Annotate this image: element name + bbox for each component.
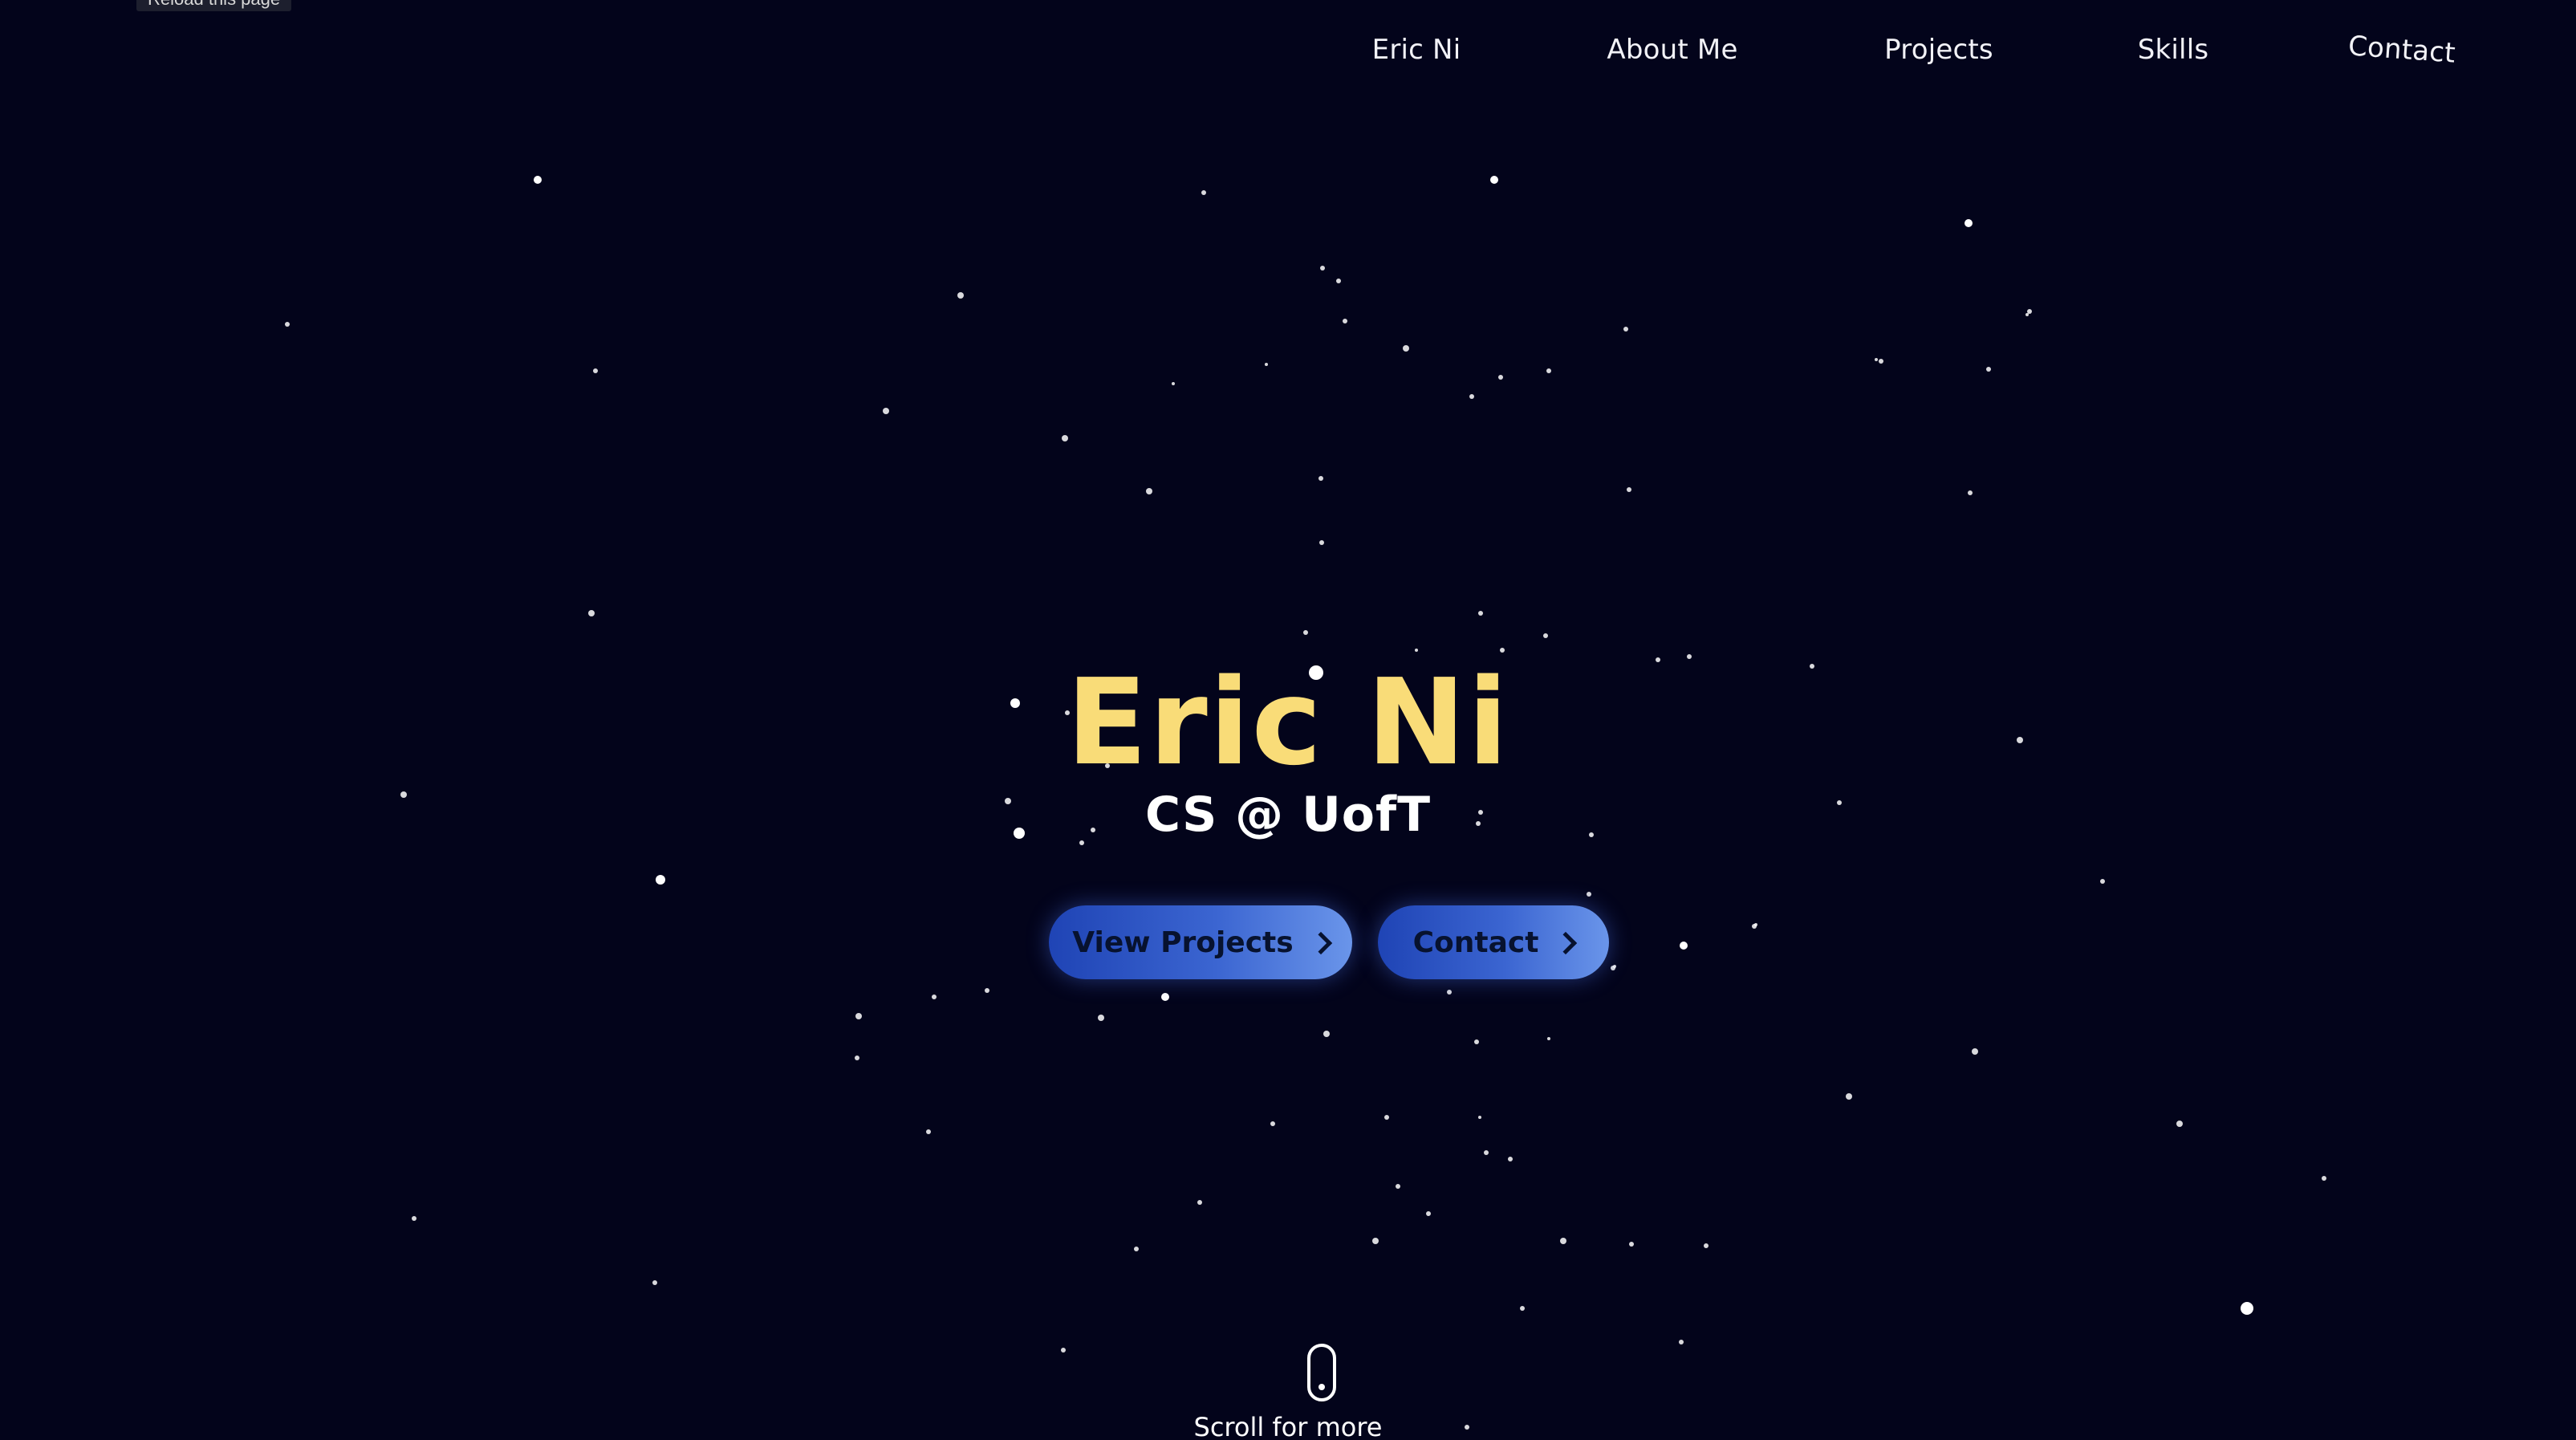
star (2025, 313, 2029, 316)
hero-subtitle: CS @ UofT (1144, 787, 1432, 843)
star (1972, 1048, 1978, 1055)
nav-item-home[interactable]: Eric Ni (1372, 31, 1461, 69)
star (1490, 176, 1498, 184)
star (656, 875, 665, 885)
star (1343, 319, 1347, 323)
mouse-wheel-dot (1318, 1384, 1325, 1390)
star (2241, 1302, 2253, 1315)
star (985, 988, 989, 993)
star (1679, 1340, 1684, 1344)
star (588, 610, 595, 616)
star (1500, 648, 1505, 653)
star (1560, 1238, 1566, 1244)
star (1318, 476, 1323, 481)
star (1172, 382, 1175, 385)
star (652, 1280, 657, 1285)
hero-title: Eric Ni (1066, 653, 1510, 791)
star (1680, 942, 1688, 950)
star (1336, 279, 1341, 283)
nav-item-about-me[interactable]: About Me (1607, 31, 1737, 69)
star (1134, 1247, 1139, 1251)
star (1265, 363, 1268, 366)
star (2027, 309, 2032, 314)
view-projects-label: View Projects (1072, 925, 1294, 959)
star (855, 1013, 862, 1019)
view-projects-button[interactable]: View Projects (1049, 905, 1352, 979)
star (1543, 633, 1548, 638)
star (2322, 1176, 2326, 1181)
star (883, 408, 889, 414)
star (1303, 630, 1308, 635)
star (1968, 490, 1973, 495)
star (1396, 1184, 1400, 1189)
star (932, 995, 937, 999)
star (1546, 368, 1551, 373)
star (1754, 923, 1757, 926)
star (1965, 219, 1973, 227)
star (1474, 1039, 1479, 1044)
star (1704, 1243, 1709, 1248)
star (534, 176, 542, 184)
nav-item-contact[interactable]: Contact (2347, 26, 2457, 72)
scroll-hint: Scroll for more (1193, 1412, 1383, 1440)
star (1270, 1121, 1275, 1126)
star (1875, 358, 1878, 361)
star (1587, 892, 1591, 897)
star (926, 1129, 931, 1134)
star (2176, 1121, 2183, 1127)
star (593, 368, 598, 373)
star (285, 322, 290, 327)
contact-button[interactable]: Contact (1378, 905, 1609, 979)
reload-tooltip: Reload this page (136, 0, 292, 11)
star (1478, 611, 1483, 616)
star (1508, 1157, 1513, 1161)
star (1062, 435, 1068, 441)
star (1415, 649, 1418, 652)
star (1447, 990, 1452, 995)
star (412, 1216, 416, 1221)
mouse-icon[interactable] (1307, 1344, 1336, 1401)
star (1484, 1150, 1489, 1155)
star (1520, 1306, 1525, 1311)
star (1403, 345, 1409, 352)
star (1146, 488, 1152, 494)
star (1478, 1116, 1481, 1119)
star (1469, 394, 1474, 399)
star (1627, 487, 1631, 492)
contact-label: Contact (1412, 925, 1539, 959)
star (1197, 1200, 1202, 1205)
star (1372, 1238, 1379, 1244)
star (1319, 540, 1324, 545)
chevron-right-icon (1554, 931, 1578, 955)
chevron-right-icon (1309, 931, 1332, 955)
star (1161, 993, 1169, 1001)
star (1547, 1037, 1550, 1040)
star (855, 1056, 859, 1060)
star (2100, 879, 2105, 884)
star (1426, 1211, 1431, 1216)
star (1323, 1031, 1330, 1037)
star (957, 292, 964, 299)
star (1879, 359, 1883, 364)
top-nav: Eric Ni About Me Projects Skills Contact (0, 24, 2576, 80)
star (1623, 327, 1628, 332)
star (1629, 1242, 1634, 1247)
star (1320, 266, 1325, 271)
star (1986, 367, 1991, 372)
nav-item-projects[interactable]: Projects (1884, 31, 1993, 69)
star (1061, 1348, 1066, 1353)
nav-item-skills[interactable]: Skills (2138, 31, 2209, 69)
star (1098, 1015, 1104, 1021)
star (1201, 190, 1206, 195)
star (1613, 965, 1616, 968)
star (1384, 1115, 1389, 1120)
star (1846, 1093, 1852, 1100)
star (1498, 375, 1503, 380)
